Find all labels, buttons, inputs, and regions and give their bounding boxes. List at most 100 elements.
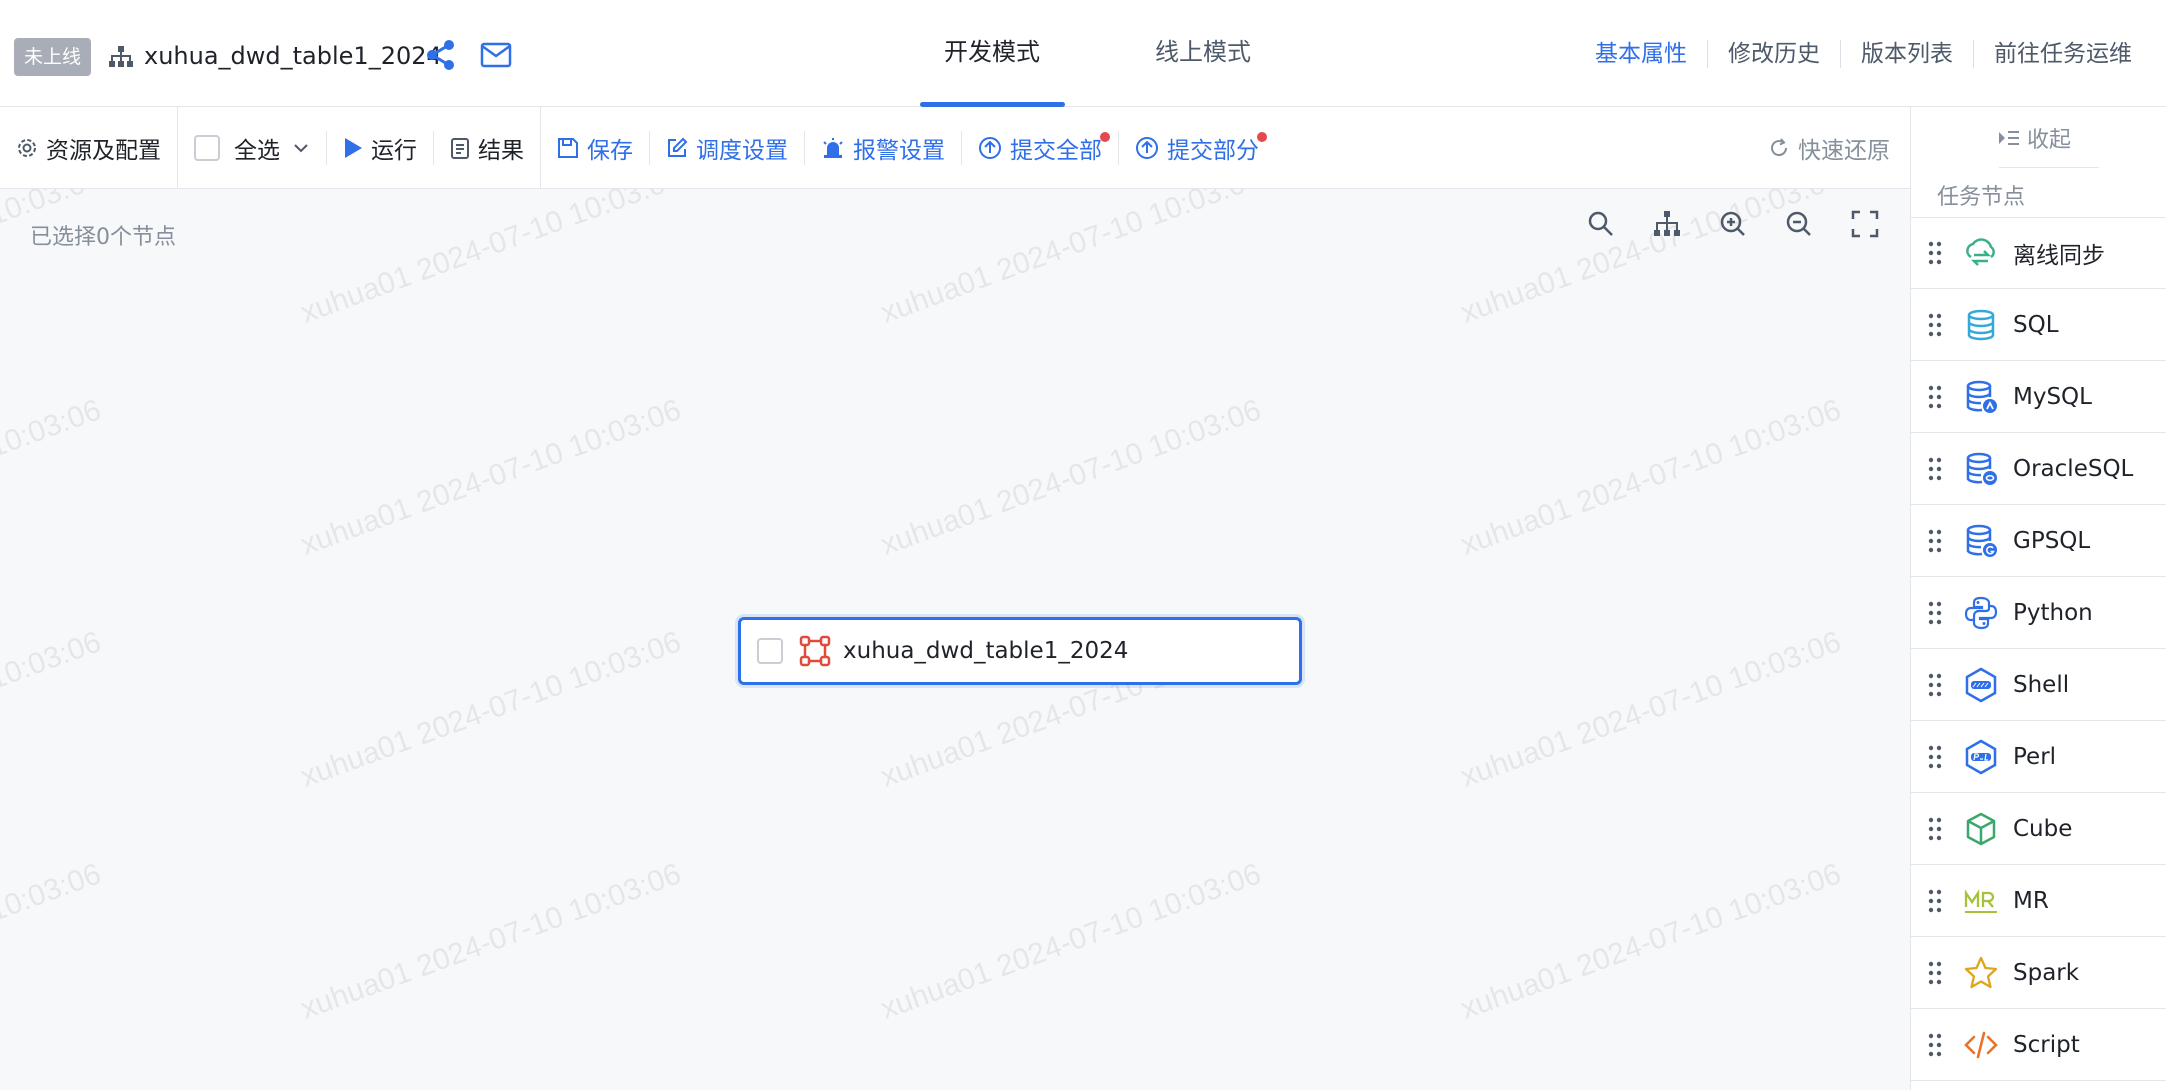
- node-type-list: 离线同步 SQL MySQL OracleSQL GPSQL Python Sh…: [1911, 217, 2166, 1081]
- divider: [1999, 167, 2099, 168]
- tab-dev-mode[interactable]: 开发模式: [944, 34, 1040, 70]
- notification-dot: [1100, 131, 1110, 142]
- refresh-icon: [1771, 138, 1788, 157]
- node-type-label: GPSQL: [2013, 527, 2091, 554]
- node-type-oracle-sql[interactable]: OracleSQL: [1911, 433, 2166, 505]
- gear-icon: [18, 138, 36, 157]
- zoom-in-icon[interactable]: [1718, 209, 1748, 239]
- resources-config-button[interactable]: 资源及配置: [0, 107, 177, 189]
- select-all-dropdown[interactable]: 全选: [178, 107, 326, 189]
- clipboard-icon: [451, 137, 469, 159]
- node-type-spark[interactable]: Spark: [1911, 937, 2166, 1009]
- edit-icon: [668, 137, 688, 157]
- drag-handle-icon[interactable]: [1927, 312, 1943, 338]
- node-type-mr[interactable]: MR: [1911, 865, 2166, 937]
- node-type-sql[interactable]: SQL: [1911, 289, 2166, 361]
- result-button[interactable]: 结果: [434, 107, 540, 189]
- dag-node[interactable]: xuhua_dwd_table1_2024: [738, 617, 1302, 685]
- node-type-label: Shell: [2013, 671, 2070, 698]
- drag-handle-icon[interactable]: [1927, 456, 1943, 482]
- link-basic-properties[interactable]: 基本属性: [1575, 36, 1707, 72]
- watermark-text: xuhua01 2024-07-10 10:03:06: [876, 189, 1266, 330]
- result-label: 结果: [478, 137, 524, 164]
- drag-handle-icon[interactable]: [1927, 816, 1943, 842]
- drag-handle-icon[interactable]: [1927, 240, 1943, 266]
- node-type-shell[interactable]: Shell: [1911, 649, 2166, 721]
- submit-all-label: 提交全部: [1010, 137, 1102, 164]
- drag-handle-icon[interactable]: [1927, 1032, 1943, 1058]
- node-type-python[interactable]: Python: [1911, 577, 2166, 649]
- code-icon: [1964, 1031, 1998, 1058]
- collapse-button[interactable]: 收起: [1997, 122, 2071, 154]
- watermark-text: xuhua01 2024-07-10 10:03:06: [296, 625, 686, 794]
- node-type-perl[interactable]: Perl: [1911, 721, 2166, 793]
- drag-handle-icon[interactable]: [1927, 384, 1943, 410]
- node-type-label: Cube: [2013, 815, 2073, 842]
- schedule-settings-button[interactable]: 调度设置: [650, 107, 804, 189]
- dag-canvas[interactable]: xuhua01 2024-07-10 10:03:06 xuhua01 2024-…: [0, 189, 1910, 1090]
- node-checkbox[interactable]: [757, 638, 783, 664]
- share-icon[interactable]: [425, 38, 457, 72]
- submit-all-button[interactable]: 提交全部: [962, 107, 1118, 189]
- select-all-checkbox[interactable]: [194, 134, 220, 161]
- run-label: 运行: [371, 137, 417, 164]
- drag-handle-icon[interactable]: [1927, 744, 1943, 770]
- alarm-settings-button[interactable]: 报警设置: [805, 107, 961, 189]
- node-type-cube[interactable]: Cube: [1911, 793, 2166, 865]
- watermark-text: xuhua01 2024-07-10 10:03:06: [876, 393, 1266, 562]
- upload-circle-icon: [1136, 136, 1158, 159]
- section-title: 任务节点: [1937, 185, 2026, 210]
- watermark-text: xuhua01 2024-07-10 10:03:06: [1456, 393, 1846, 562]
- collapse-label: 收起: [2027, 128, 2072, 153]
- node-type-gpsql[interactable]: GPSQL: [1911, 505, 2166, 577]
- select-all-label: 全选: [234, 137, 280, 164]
- status-badge: 未上线: [14, 38, 92, 76]
- star-icon: [1964, 956, 1998, 988]
- node-type-label: Python: [2013, 599, 2093, 626]
- selected-count: 已选择0个节点: [30, 225, 176, 250]
- save-label: 保存: [587, 137, 633, 164]
- task-editor: 未上线 xuhua_dwd_table1_2024 开发模式 线上模式 基本属性…: [0, 0, 2166, 1090]
- watermark-text: xuhua01 2024-07-10 10:03:06: [1456, 625, 1846, 794]
- fullscreen-icon[interactable]: [1850, 209, 1880, 239]
- save-icon: [558, 137, 578, 158]
- workflow-icon: [109, 46, 133, 67]
- node-type-offline-sync[interactable]: 离线同步: [1911, 217, 2166, 289]
- task-title: xuhua_dwd_table1_2024: [144, 42, 442, 70]
- drag-handle-icon[interactable]: [1927, 672, 1943, 698]
- link-edit-history[interactable]: 修改历史: [1708, 36, 1840, 72]
- drag-handle-icon[interactable]: [1927, 600, 1943, 626]
- perl-icon: [1965, 739, 1997, 774]
- submit-part-label: 提交部分: [1167, 137, 1259, 164]
- watermark-text: xuhua01 2024-07-10 10:03:06: [296, 189, 686, 330]
- node-type-label: 离线同步: [2013, 243, 2105, 269]
- header: 未上线 xuhua_dwd_table1_2024 开发模式 线上模式 基本属性…: [0, 0, 2166, 107]
- search-icon[interactable]: [1586, 209, 1616, 239]
- drag-handle-icon[interactable]: [1927, 528, 1943, 554]
- mr-icon: [1964, 888, 1997, 913]
- zoom-out-icon[interactable]: [1784, 209, 1814, 239]
- mail-icon[interactable]: [480, 40, 514, 70]
- link-version-list[interactable]: 版本列表: [1841, 36, 1973, 72]
- node-label: xuhua_dwd_table1_2024: [843, 638, 1129, 664]
- watermark-text: xuhua01 2024-07-10 10:03:06: [0, 393, 106, 562]
- tab-online-mode[interactable]: 线上模式: [1155, 34, 1251, 70]
- drag-handle-icon[interactable]: [1927, 960, 1943, 986]
- layout-tree-icon[interactable]: [1652, 209, 1682, 239]
- header-links: 基本属性 修改历史 版本列表 前往任务运维: [1575, 34, 2152, 74]
- cloud-sync-icon: [1966, 238, 1995, 266]
- run-button[interactable]: 运行: [327, 107, 433, 189]
- save-button[interactable]: 保存: [541, 107, 649, 189]
- node-type-label: Script: [2013, 1031, 2080, 1058]
- node-type-script[interactable]: Script: [1911, 1009, 2166, 1081]
- node-type-label: Spark: [2013, 959, 2080, 986]
- mysql-icon: [1966, 380, 1997, 413]
- node-type-mysql[interactable]: MySQL: [1911, 361, 2166, 433]
- submit-part-button[interactable]: 提交部分: [1119, 107, 1275, 189]
- quick-restore-button[interactable]: 快速还原: [1768, 107, 1890, 189]
- resources-config-label: 资源及配置: [46, 137, 161, 164]
- watermark-text: xuhua01 2024-07-10 10:03:06: [0, 189, 106, 330]
- drag-handle-icon[interactable]: [1927, 888, 1943, 914]
- node-type-label: OracleSQL: [2013, 455, 2134, 482]
- link-task-ops[interactable]: 前往任务运维: [1974, 36, 2152, 72]
